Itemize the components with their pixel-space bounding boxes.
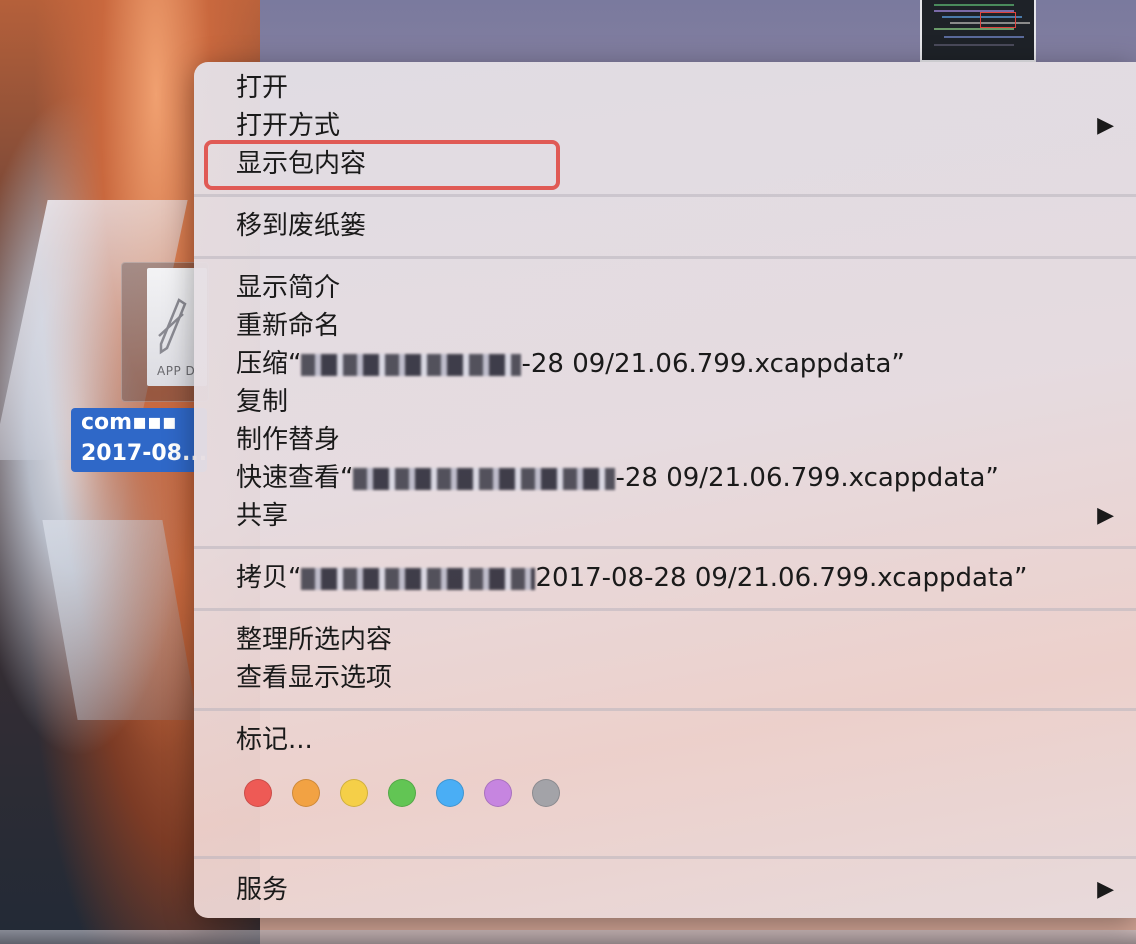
submenu-arrow-icon: ▶ — [1097, 503, 1114, 528]
menu-item-duplicate[interactable]: 复制 — [236, 384, 288, 420]
redacted-filename — [301, 567, 536, 590]
menu-separator — [194, 856, 1136, 859]
tag-yellow-dot[interactable] — [340, 779, 368, 807]
menu-item-open[interactable]: 打开 — [236, 70, 288, 106]
selected-file-name[interactable]: com▪▪▪ 2017-08... — [71, 408, 207, 472]
menu-item-show-view-options[interactable]: 查看显示选项 — [236, 660, 392, 696]
tag-red-dot[interactable] — [244, 779, 272, 807]
file-name-line-1: com▪▪▪ — [81, 410, 177, 435]
copy-label-suffix: 2017-08-28 09/21.06.799.xcappdata” — [535, 563, 1028, 593]
tag-blue-dot[interactable] — [436, 779, 464, 807]
tag-purple-dot[interactable] — [484, 779, 512, 807]
compress-label-suffix: -28 09/21.06.799.xcappdata” — [521, 349, 905, 379]
dock[interactable] — [0, 930, 1136, 944]
menu-separator — [194, 256, 1136, 259]
menu-item-compress[interactable]: 压缩“ -28 09/21.06.799.xcappdata” — [236, 346, 905, 382]
quick-look-label-suffix: -28 09/21.06.799.xcappdata” — [615, 463, 999, 493]
file-name-line-2: 2017-08... — [81, 441, 208, 466]
menu-item-copy[interactable]: 拷贝“ 2017-08-28 09/21.06.799.xcappdata” — [236, 560, 1027, 596]
quick-look-label-prefix: 快速查看“ — [236, 463, 354, 493]
menu-item-rename[interactable]: 重新命名 — [236, 308, 340, 344]
thumbnail-highlight — [980, 12, 1016, 28]
context-menu: 打开 打开方式 ▶ 显示包内容 移到废纸篓 显示简介 重新命名 压缩“ -28 0… — [194, 62, 1136, 918]
tag-gray-dot[interactable] — [532, 779, 560, 807]
menu-separator — [194, 194, 1136, 197]
file-icon-label: APP D — [157, 364, 196, 378]
submenu-arrow-icon: ▶ — [1097, 113, 1114, 138]
redacted-filename — [353, 467, 616, 490]
menu-separator — [194, 546, 1136, 549]
compress-label-prefix: 压缩“ — [236, 349, 302, 379]
menu-item-services[interactable]: 服务 — [236, 872, 288, 908]
menu-separator — [194, 608, 1136, 611]
pencil-icon — [158, 298, 187, 355]
copy-label-prefix: 拷贝“ — [236, 563, 302, 593]
menu-item-open-with[interactable]: 打开方式 — [236, 108, 340, 144]
desktop-screenshot-thumbnail[interactable] — [920, 0, 1036, 62]
menu-item-make-alias[interactable]: 制作替身 — [236, 422, 340, 458]
tag-green-dot[interactable] — [388, 779, 416, 807]
menu-item-share[interactable]: 共享 — [236, 498, 288, 534]
menu-item-get-info[interactable]: 显示简介 — [236, 270, 340, 306]
code-lines — [934, 4, 1014, 6]
menu-item-move-to-trash[interactable]: 移到废纸篓 — [236, 208, 366, 244]
menu-item-clean-up-selection[interactable]: 整理所选内容 — [236, 622, 392, 658]
menu-item-quick-look[interactable]: 快速查看“ -28 09/21.06.799.xcappdata” — [236, 460, 999, 496]
menu-separator — [194, 708, 1136, 711]
tag-orange-dot[interactable] — [292, 779, 320, 807]
menu-item-show-package-contents[interactable]: 显示包内容 — [236, 146, 366, 182]
menu-item-tags[interactable]: 标记... — [236, 722, 313, 758]
redacted-filename — [301, 353, 522, 376]
submenu-arrow-icon: ▶ — [1097, 877, 1114, 902]
